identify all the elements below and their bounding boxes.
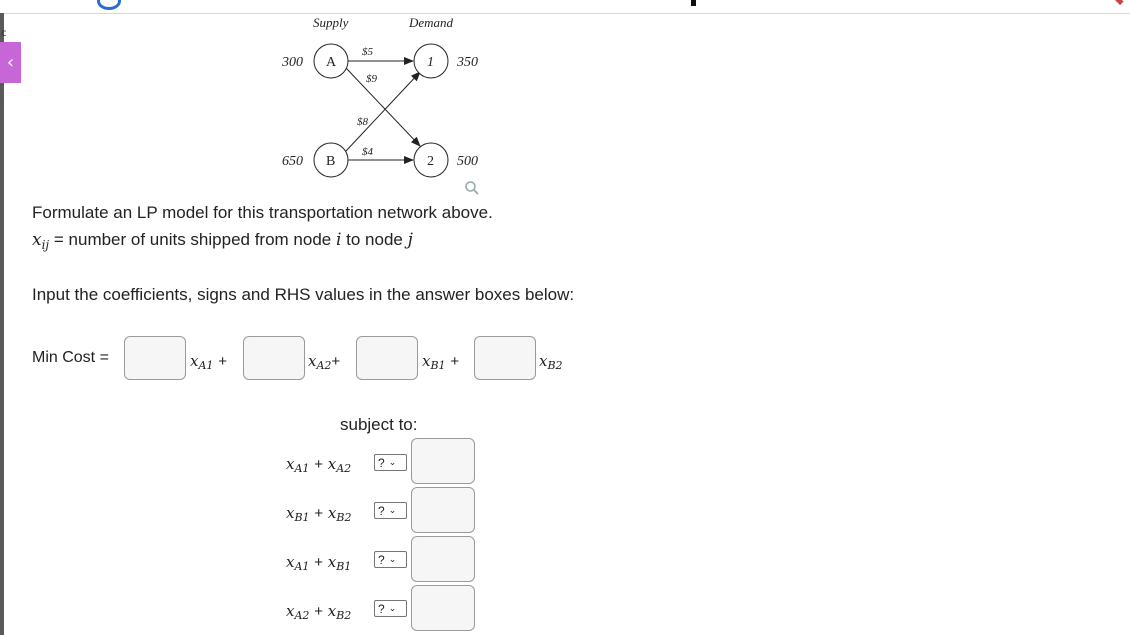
node-A-label: A <box>326 55 337 70</box>
term-xA1: xA1 + <box>190 352 227 372</box>
toolbar-marker <box>691 0 696 6</box>
demand-1-amount: 350 <box>456 55 478 70</box>
chevron-down-icon: ⌄ <box>388 554 397 565</box>
cost-A1: $5 <box>362 46 374 58</box>
toolbar-marker <box>1114 0 1124 6</box>
node-2-label: 2 <box>427 154 434 169</box>
var-definition-prefix: = number of units shipped from node <box>49 230 336 249</box>
var-definition-mid: to node <box>341 230 408 249</box>
node-1-label: 1 <box>427 55 434 70</box>
node-B-label: B <box>326 154 335 169</box>
input-instruction: Input the coefficients, signs and RHS va… <box>32 285 575 304</box>
coefficient-input-xB1[interactable] <box>356 336 418 380</box>
chevron-down-icon: ⌄ <box>388 505 397 516</box>
constraint-1-rhs-input[interactable] <box>411 438 475 484</box>
term-xB2: xB2 <box>539 352 563 372</box>
coefficient-input-xA2[interactable] <box>243 336 305 380</box>
objective-label: Min Cost = <box>32 349 109 366</box>
chevron-down-icon: ⌄ <box>388 457 397 468</box>
chevron-down-icon: ⌄ <box>388 603 397 614</box>
constraint-4-lhs: xA2 + xB2 <box>286 602 352 622</box>
search-icon[interactable] <box>464 180 480 196</box>
constraint-4-sign-select[interactable]: ? ⌄ <box>374 600 407 617</box>
variable-definition: xij = number of units shipped from node … <box>32 230 413 252</box>
constraint-2-sign-select[interactable]: ? ⌄ <box>374 502 407 519</box>
transportation-network-diagram: Supply Demand A B 1 2 300 650 350 500 $5… <box>281 15 478 178</box>
arc-A2 <box>345 67 421 147</box>
constraint-3-sign-select[interactable]: ? ⌄ <box>374 551 407 568</box>
constraint-4-rhs-input[interactable] <box>411 585 475 631</box>
demand-2-amount: 500 <box>457 154 478 169</box>
constraint-3-lhs: xA1 + xB1 <box>286 553 352 573</box>
constraint-2-rhs-input[interactable] <box>411 487 475 533</box>
constraint-3-rhs-input[interactable] <box>411 536 475 582</box>
subject-to-heading: subject to: <box>340 415 418 434</box>
var-j: j <box>407 230 413 250</box>
constraint-2-lhs: xB1 + xB2 <box>286 504 352 524</box>
supply-label: Supply <box>313 15 349 30</box>
term-xA2: xA2+ <box>308 352 341 372</box>
cost-B2: $4 <box>362 146 374 158</box>
constraint-1-sign-select[interactable]: ? ⌄ <box>374 454 407 471</box>
demand-label: Demand <box>408 15 454 30</box>
cost-A2: $9 <box>366 73 378 85</box>
coefficient-input-xA1[interactable] <box>124 336 186 380</box>
cost-B1: $8 <box>357 116 369 128</box>
term-xB1: xB1 + <box>422 352 460 372</box>
coefficient-input-xB2[interactable] <box>474 336 536 380</box>
problem-instruction: Formulate an LP model for this transport… <box>32 203 493 222</box>
supply-B-amount: 650 <box>282 154 303 169</box>
arc-B1 <box>345 71 421 152</box>
constraint-1-lhs: xA1 + xA2 <box>286 455 352 475</box>
var-symbol: x <box>32 230 42 250</box>
supply-A-amount: 300 <box>281 55 303 70</box>
